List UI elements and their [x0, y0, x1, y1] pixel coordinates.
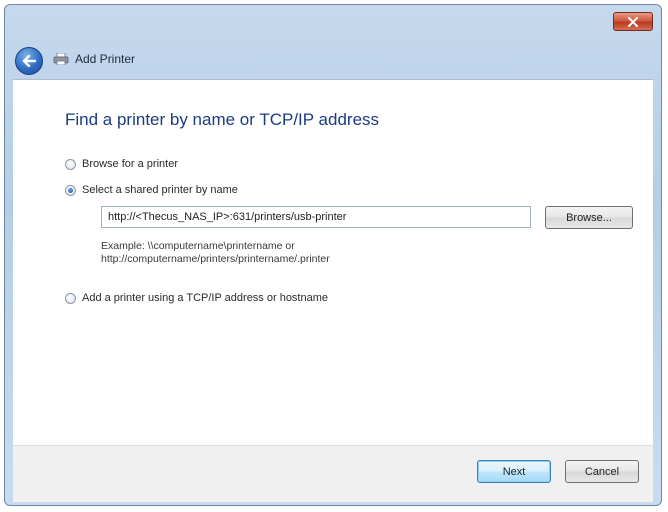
example-line-1: Example: \\computername\printername or — [101, 240, 295, 252]
title-bar — [5, 5, 661, 41]
option-select-shared-printer[interactable]: Select a shared printer by name — [65, 184, 238, 196]
example-line-2: http://computername/printers/printername… — [101, 253, 330, 265]
page-heading: Find a printer by name or TCP/IP address — [65, 110, 380, 129]
printer-url-input[interactable] — [101, 206, 531, 228]
wizard-title-text: Add Printer — [75, 52, 136, 66]
next-button[interactable]: Next — [477, 460, 551, 483]
cancel-button[interactable]: Cancel — [565, 460, 639, 483]
wizard-content: Find a printer by name or TCP/IP address… — [13, 79, 653, 446]
radio-tcpip[interactable] — [65, 292, 76, 304]
option-label: Select a shared printer by name — [82, 184, 238, 196]
option-label: Browse for a printer — [82, 158, 178, 170]
option-browse-for-printer[interactable]: Browse for a printer — [65, 158, 178, 170]
close-icon — [628, 16, 638, 27]
wizard-title: Add Printer — [53, 52, 135, 66]
add-printer-window: Add Printer Find a printer by name or TC… — [4, 4, 662, 506]
back-arrow-icon — [22, 55, 36, 67]
wizard-nav-bar: Add Printer — [5, 41, 661, 79]
printer-icon — [53, 53, 69, 65]
wizard-footer: Next Cancel — [13, 445, 653, 502]
radio-select-shared[interactable] — [65, 184, 76, 196]
example-text: Example: \\computername\printername or h… — [101, 240, 330, 266]
radio-browse[interactable] — [65, 158, 76, 170]
browse-button[interactable]: Browse... — [545, 206, 633, 229]
close-button[interactable] — [613, 12, 653, 31]
option-label: Add a printer using a TCP/IP address or … — [82, 292, 329, 304]
option-add-by-tcpip[interactable]: Add a printer using a TCP/IP address or … — [65, 292, 328, 304]
back-button[interactable] — [15, 47, 43, 75]
